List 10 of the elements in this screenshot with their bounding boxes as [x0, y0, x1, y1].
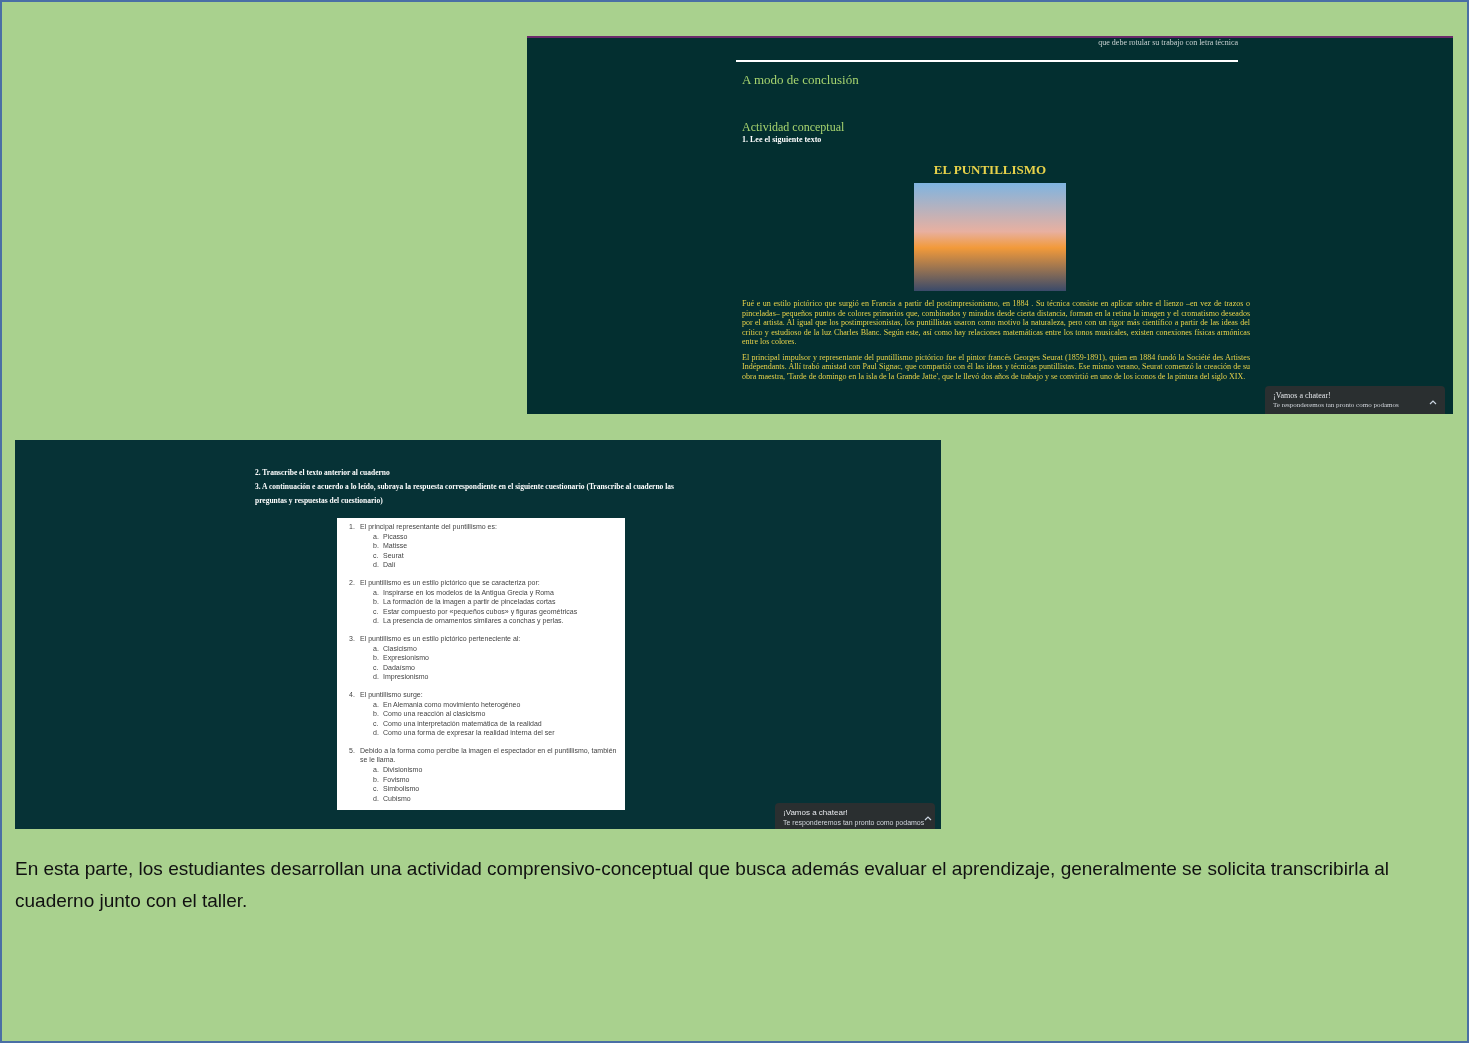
chat-title: ¡Vamos a chatear! — [1273, 390, 1332, 401]
article-paragraph: El principal impulsor y representante del puntillismo pictórico fue el pintor francés Georges Seurat (1859-1891), quien en 1884 fundó la Société des Artistes Indépendants. Allí trabó amistad con Paul Signac, que compartió con él las ideas y técnicas puntillistas. Ese mismo verano, Seurat comenzó la creación de su obra maestra, 'Tarde de domingo en la isla de la Grande Jatte', que le llevó dos años de trabajo y se convirtió en uno de los iconos de la pintura del siglo XIX. — [742, 352, 1250, 381]
chat-title: ¡Vamos a chatear! — [783, 807, 849, 818]
section-subheading: Actividad conceptual — [742, 119, 846, 134]
instruction-text: 1. Lee el siguiente texto — [742, 134, 823, 146]
cut-off-text: que debe rotular su trabajo con letra técnica — [1098, 38, 1238, 48]
article-paragraph: Fué e un estilo pictórico que surgió en Francia a partir del postimpresionismo, en 1884 . Su técnica consiste en aplicar sobre el lienzo –en vez de trazos o pinceladas– pequeños puntos de colores primarios que, combinados y mirados desde cierta distancia, forman en la retina la imagen y el cromatismo deseados por el artista. Al igual que los postimpresionistas, los puntillistas usaron como motivo la naturaleza, pero con un rigor más científico a partir de las ideas del crítico y estudioso de la luz Charles Blanc. Según este, así como hay relaciones matemáticas entre los tonos musicales, existen conexiones físicas armónicas entre los colores. — [742, 299, 1250, 347]
section-heading: A modo de conclusión — [742, 71, 860, 89]
article-title: EL PUNTILLISMO — [933, 160, 1047, 179]
caption-text: En esta parte, los estudiantes desarrollan una actividad comprensivo-conceptual que busca además evaluar el aprendizaje, generalmente se solicita transcribirla al cuaderno junto con el taller. — [15, 857, 1391, 913]
